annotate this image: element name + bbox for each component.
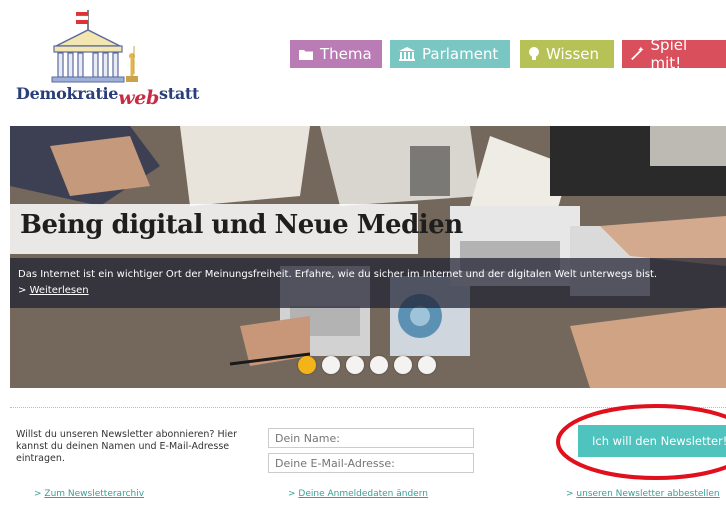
slider-dot-4[interactable] bbox=[370, 356, 388, 374]
hero-description-band bbox=[10, 258, 726, 308]
slider-dots bbox=[298, 356, 436, 374]
nav-thema-label: Thema bbox=[320, 45, 372, 63]
newsletter-unsubscribe-link[interactable]: > unseren Newsletter abbestellen bbox=[566, 489, 720, 499]
nav-spiel-mit[interactable]: Spiel mit! bbox=[622, 36, 726, 72]
hero-read-more-link[interactable]: > Weiterlesen bbox=[18, 285, 89, 296]
newsletter-archive-link[interactable]: > Zum Newsletterarchiv bbox=[34, 489, 144, 499]
hero-slider[interactable] bbox=[10, 126, 726, 388]
slider-dot-6[interactable] bbox=[418, 356, 436, 374]
newsletter-intro: Willst du unseren Newsletter abonnieren?… bbox=[16, 429, 238, 464]
logo-wordmark: Demokratiewebstatt bbox=[16, 84, 200, 109]
slider-dot-3[interactable] bbox=[346, 356, 364, 374]
parliament-icon bbox=[399, 47, 415, 61]
nav-spiel-label: Spiel mit! bbox=[650, 36, 688, 72]
slider-dot-2[interactable] bbox=[322, 356, 340, 374]
nav-wissen-label: Wissen bbox=[546, 45, 600, 63]
nav-thema[interactable]: Thema bbox=[290, 40, 382, 68]
newsletter-subscribe-button[interactable]: Ich will den Newsletter! bbox=[578, 425, 726, 457]
newsletter-change-data-link[interactable]: > Deine Anmeldedaten ändern bbox=[288, 489, 428, 499]
hero-description: Das Internet ist ein wichtiger Ort der M… bbox=[18, 269, 658, 280]
nav-wissen[interactable]: Wissen bbox=[520, 40, 614, 68]
newsletter-name-field[interactable] bbox=[268, 428, 474, 448]
folder-icon bbox=[299, 50, 313, 60]
slider-dot-1[interactable] bbox=[298, 356, 316, 374]
section-divider bbox=[10, 407, 726, 408]
magic-wand-icon bbox=[631, 46, 644, 61]
hero-title: Being digital und Neue Medien bbox=[20, 210, 463, 240]
slider-dot-5[interactable] bbox=[394, 356, 412, 374]
newsletter-email-field[interactable] bbox=[268, 453, 474, 473]
nav-parlament[interactable]: Parlament bbox=[390, 40, 510, 68]
nav-parlament-label: Parlament bbox=[422, 45, 499, 63]
lightbulb-icon bbox=[529, 47, 539, 60]
hero-photo bbox=[10, 126, 726, 388]
